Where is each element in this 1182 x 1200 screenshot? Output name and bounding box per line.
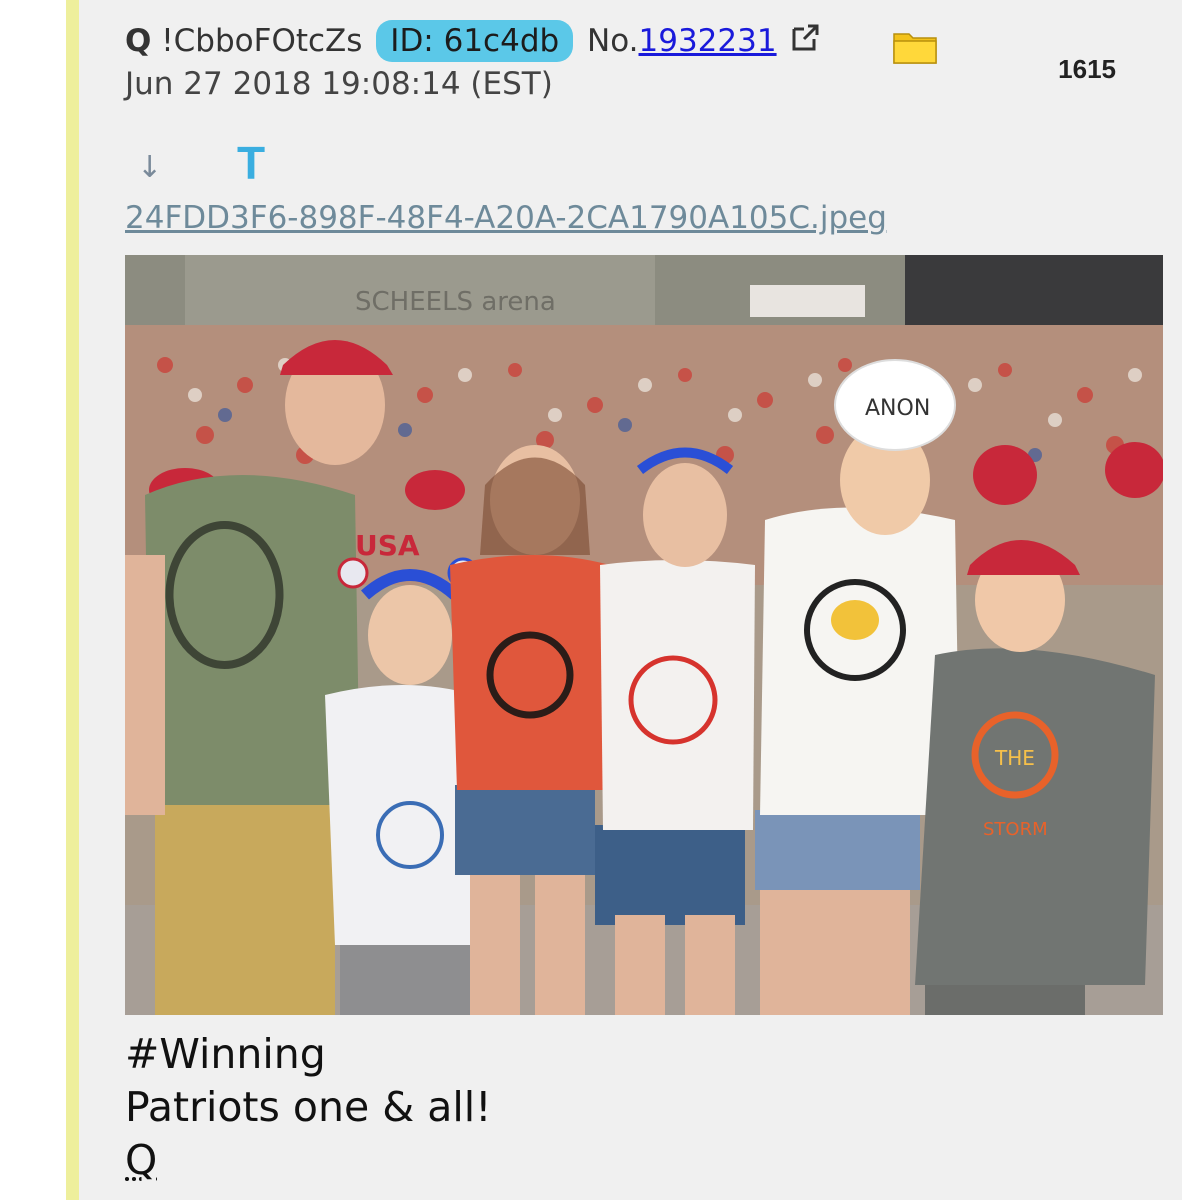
download-icon[interactable]: ↓ <box>137 150 162 185</box>
t-icon[interactable]: T <box>237 136 265 190</box>
message-line-1: #Winning <box>125 1030 326 1078</box>
id-badge[interactable]: ID: 61c4db <box>376 20 574 62</box>
post: Q !CbboFOtcZs ID: 61c4db No.1932231 1615… <box>66 0 1182 1200</box>
post-image[interactable]: SCHEELS arena USA ANON THE STORM <box>125 255 1163 1015</box>
boy-shirt-text: THE <box>994 746 1035 770</box>
message-signature: Q <box>125 1136 158 1184</box>
chef-hat-text: ANON <box>865 396 930 421</box>
post-count: 1615 <box>1058 54 1116 84</box>
tripcode: !CbboFOtcZs <box>161 23 363 59</box>
message-line-2: Patriots one & all! <box>125 1083 492 1131</box>
arena-banner-text: SCHEELS arena <box>355 287 556 317</box>
post-header: Q !CbboFOtcZs ID: 61c4db No.1932231 <box>125 20 820 62</box>
file-name-link[interactable]: 24FDD3F6-898F-48F4-A20A-2CA1790A105C.jpe… <box>125 200 887 236</box>
boy-shirt-text-2: STORM <box>983 819 1048 840</box>
post-message: #Winning Patriots one & all! Q <box>125 1028 492 1187</box>
external-link-icon[interactable] <box>790 23 820 53</box>
headband-text: USA <box>355 529 420 562</box>
folder-icon[interactable] <box>893 30 937 64</box>
post-number-link[interactable]: 1932231 <box>639 23 777 59</box>
post-date: Jun 27 2018 19:08:14 (EST) <box>125 66 553 102</box>
post-number-prefix: No. <box>587 23 639 59</box>
poster-name: Q <box>125 23 152 59</box>
